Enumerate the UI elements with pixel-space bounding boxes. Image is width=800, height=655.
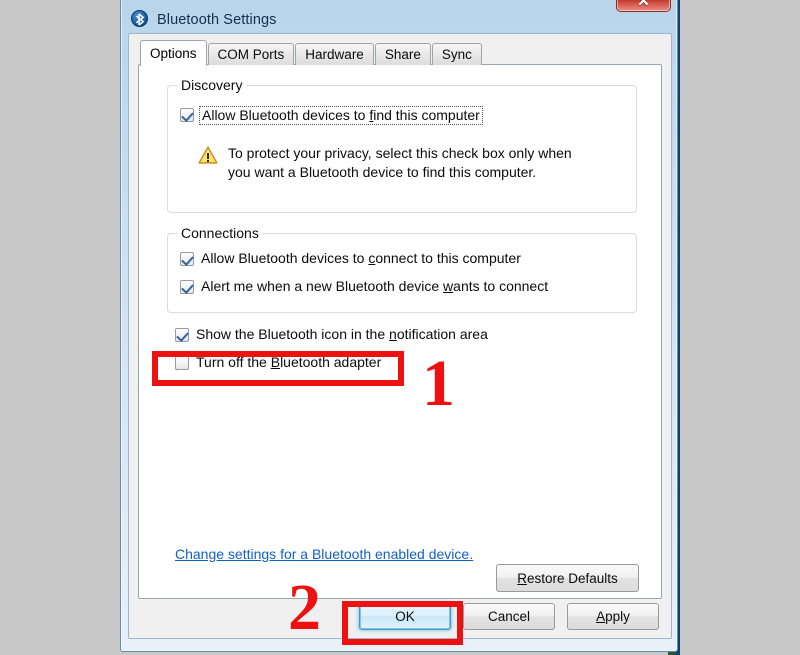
apply-button[interactable]: Apply	[567, 603, 659, 630]
dialog-footer: OK Cancel Apply	[130, 596, 670, 637]
tab-strip: Options COM Ports Hardware Share Sync	[140, 40, 483, 66]
checkbox-box[interactable]	[175, 356, 189, 370]
checkbox-box[interactable]	[180, 252, 194, 266]
checkbox-box[interactable]	[180, 108, 194, 122]
bluetooth-icon	[131, 10, 148, 27]
tab-hardware[interactable]: Hardware	[295, 43, 374, 65]
discovery-group: Discovery Allow Bluetooth devices to fin…	[167, 77, 637, 213]
label-mnemonic: A	[596, 609, 606, 624]
cancel-button[interactable]: Cancel	[463, 603, 555, 630]
checkbox-label: Allow Bluetooth devices to find this com…	[199, 106, 483, 125]
connections-group-title: Connections	[177, 225, 263, 241]
options-tab-page: Discovery Allow Bluetooth devices to fin…	[138, 64, 662, 599]
tab-label: Sync	[441, 47, 472, 62]
restore-defaults-button[interactable]: Restore Defaults	[496, 564, 639, 592]
alert-me-when-new-device-checkbox[interactable]: Alert me when a new Bluetooth device wan…	[180, 278, 548, 295]
close-button[interactable]: ✕	[616, 0, 671, 12]
tab-label: Share	[384, 47, 421, 62]
label-part: luetooth adapter	[280, 354, 382, 370]
label-part: Allow Bluetooth devices to	[202, 107, 370, 123]
change-settings-link[interactable]: Change settings for a Bluetooth enabled …	[175, 546, 473, 562]
allow-bluetooth-devices-to-connect-checkbox[interactable]: Allow Bluetooth devices to connect to th…	[180, 250, 521, 267]
label-mnemonic: R	[517, 570, 527, 586]
privacy-warning-text: To protect your privacy, select this che…	[228, 145, 572, 180]
tab-share[interactable]: Share	[374, 43, 431, 65]
allow-bluetooth-devices-to-find-checkbox[interactable]: Allow Bluetooth devices to find this com…	[180, 106, 483, 125]
label-part: Show the Bluetooth icon in the	[196, 326, 390, 342]
label-part: Allow Bluetooth devices to	[201, 250, 369, 266]
label-part: otification area	[396, 326, 488, 342]
tab-label: Hardware	[305, 47, 364, 62]
show-bluetooth-icon-in-notification-area-checkbox[interactable]: Show the Bluetooth icon in the notificat…	[175, 326, 488, 343]
label-mnemonic: n	[389, 326, 397, 342]
tab-com-ports[interactable]: COM Ports	[207, 43, 295, 65]
label-part: ants to connect	[453, 278, 549, 294]
label-mnemonic: B	[270, 354, 281, 370]
checkbox-label: Alert me when a new Bluetooth device wan…	[201, 278, 548, 295]
checkbox-label: Show the Bluetooth icon in the notificat…	[196, 326, 488, 343]
button-label: Cancel	[487, 609, 531, 624]
connections-group: Connections Allow Bluetooth devices to c…	[167, 225, 637, 313]
label-part: pply	[605, 609, 630, 624]
close-icon: ✕	[637, 0, 650, 10]
turn-off-bluetooth-adapter-checkbox[interactable]: Turn off the Bluetooth adapter	[175, 354, 381, 371]
ok-button[interactable]: OK	[359, 603, 451, 630]
button-label: OK	[395, 609, 415, 624]
label-part: onnect to this computer	[375, 250, 521, 266]
window-titlebar: Bluetooth Settings ✕	[121, 0, 677, 33]
tab-label: Options	[150, 46, 197, 61]
label-part: ind this computer	[373, 107, 480, 123]
checkbox-label: Turn off the Bluetooth adapter	[196, 354, 381, 371]
warning-triangle-icon	[198, 146, 218, 169]
tab-options[interactable]: Options	[140, 40, 207, 66]
checkbox-box[interactable]	[180, 280, 194, 294]
label-mnemonic: w	[443, 278, 454, 294]
label-part: estore Defaults	[526, 570, 618, 586]
checkbox-label: Allow Bluetooth devices to connect to th…	[201, 250, 521, 267]
dialog-client-area: Options COM Ports Hardware Share Sync Di…	[128, 33, 672, 639]
button-label: Restore Defaults	[517, 571, 618, 586]
discovery-group-title: Discovery	[177, 77, 247, 93]
label-part: Turn off the	[196, 354, 271, 370]
tab-label: COM Ports	[217, 47, 285, 62]
window-title: Bluetooth Settings	[157, 12, 277, 28]
bluetooth-settings-window: Bluetooth Settings ✕ Options COM Ports H…	[120, 0, 678, 652]
tab-sync[interactable]: Sync	[431, 43, 482, 65]
checkbox-box[interactable]	[175, 328, 189, 342]
privacy-warning-note: To protect your privacy, select this che…	[198, 144, 572, 182]
label-part: Alert me when a new Bluetooth device	[201, 278, 444, 294]
button-label: Apply	[596, 609, 630, 624]
